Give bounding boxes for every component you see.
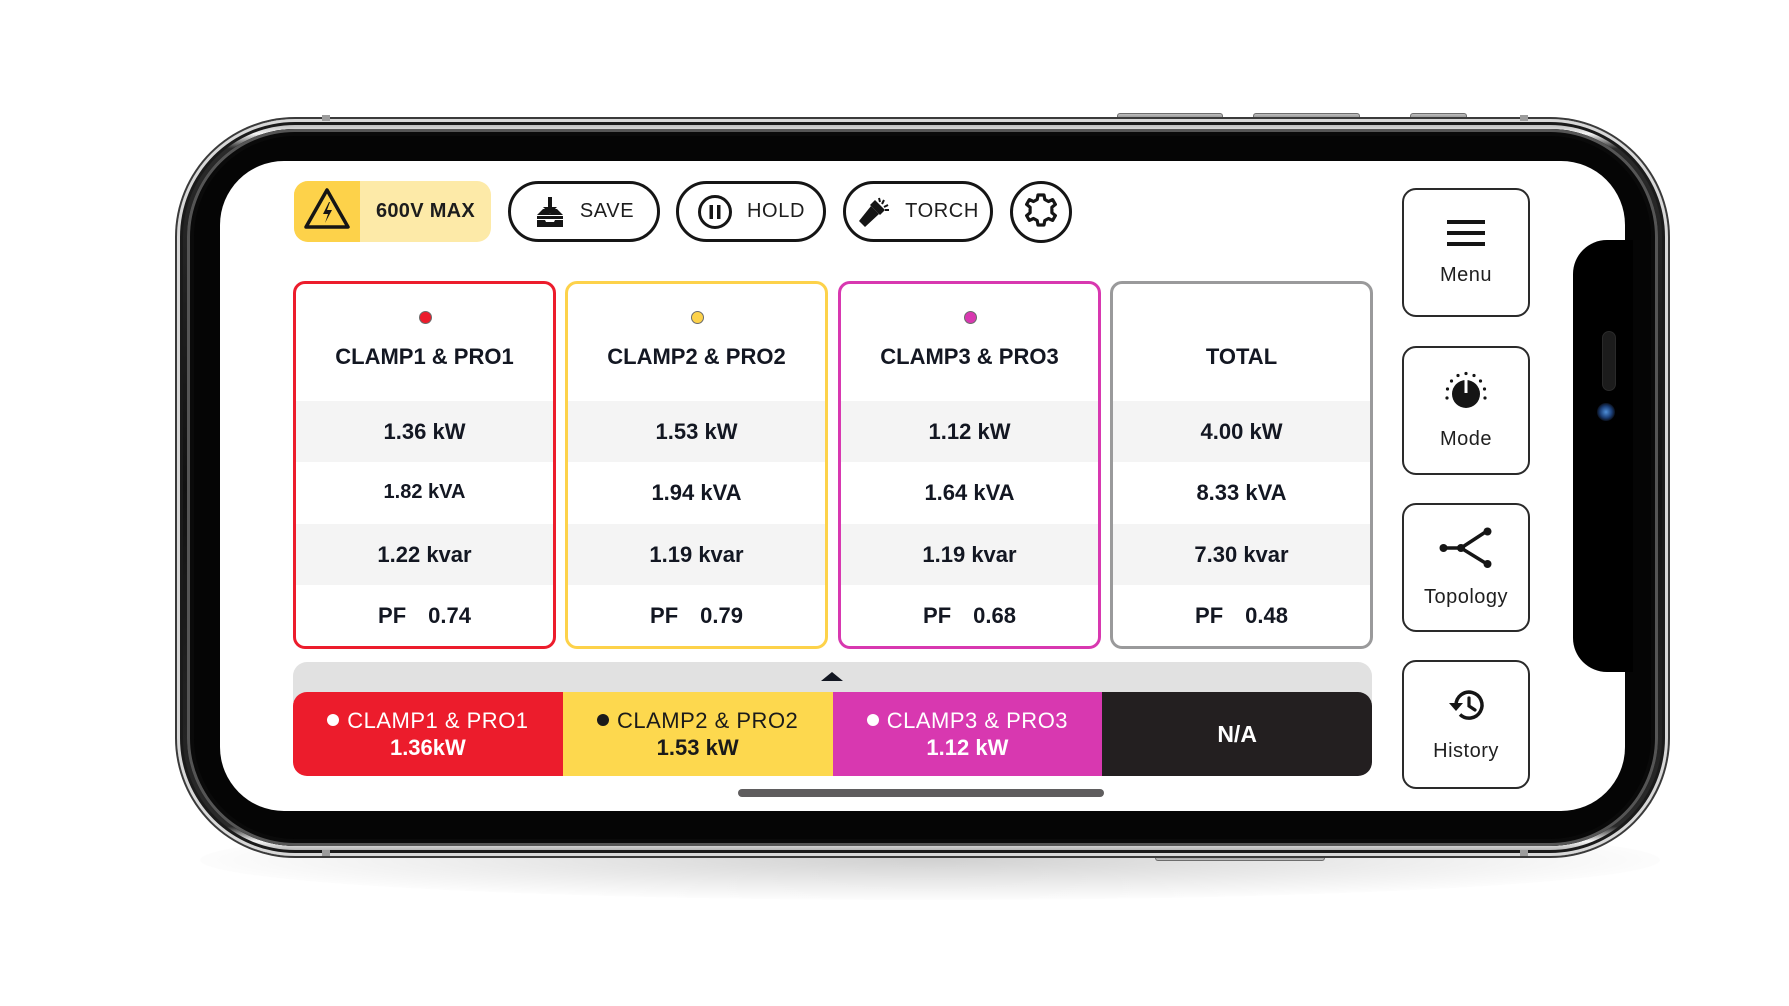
mode-label: Mode [1439, 427, 1493, 450]
home-indicator[interactable] [738, 789, 1104, 797]
card-clamp2[interactable]: CLAMP2 & PRO2 1.53 kW 1.94 kVA 1.19 kvar… [565, 281, 828, 649]
kva-value: 1.94 kVA [651, 479, 742, 505]
kw-value: 1.12 kW [841, 401, 1098, 462]
pf-row: PF 0.48 [1113, 585, 1370, 646]
strip-segment-clamp3[interactable]: CLAMP3 & PRO3 1.12 kW [832, 692, 1103, 776]
segment-value: 1.53 kW [656, 735, 739, 760]
kva-value: 8.33 kVA [1196, 479, 1287, 505]
pf-value: 0.74 [428, 602, 471, 628]
hold-button[interactable]: HOLD [676, 181, 826, 242]
card-title: CLAMP2 & PRO2 [607, 344, 786, 369]
power-summary-strip: CLAMP1 & PRO1 1.36kW CLAMP2 & PRO2 1.53 … [293, 692, 1372, 776]
flashlight-icon [857, 196, 891, 228]
phone-notch [1573, 240, 1633, 672]
status-dot [963, 311, 977, 324]
pf-value: 0.68 [973, 602, 1016, 628]
front-camera [1597, 403, 1615, 421]
segment-name: CLAMP3 & PRO3 [886, 707, 1069, 733]
card-title: CLAMP3 & PRO3 [880, 344, 1059, 369]
antenna-band [1520, 850, 1528, 856]
pf-value: 0.79 [700, 602, 743, 628]
voltage-rating-badge: 600V MAX [294, 181, 491, 242]
kva-value: 1.82 kVA [383, 481, 466, 503]
topology-icon [1439, 527, 1493, 574]
status-dot [596, 714, 609, 727]
strip-segment-clamp2[interactable]: CLAMP2 & PRO2 1.53 kW [562, 692, 833, 776]
pf-label: PF [923, 602, 952, 628]
pf-row: PF 0.74 [296, 585, 553, 646]
antenna-band [1520, 115, 1528, 121]
voltage-label: 600V MAX [375, 200, 476, 222]
status-dot [327, 714, 340, 727]
antenna-band [322, 850, 330, 856]
card-title: CLAMP1 & PRO1 [335, 344, 514, 369]
card-clamp1[interactable]: CLAMP1 & PRO1 1.36 kW 1.82 kVA 1.22 kvar… [293, 281, 556, 649]
settings-button[interactable] [1010, 181, 1072, 243]
card-total[interactable]: TOTAL 4.00 kW 8.33 kVA 7.30 kvar PF 0.48 [1110, 281, 1373, 649]
strip-segment-na[interactable]: N/A [1102, 692, 1372, 776]
high-voltage-warning-icon [303, 187, 351, 236]
kvar-value: 1.19 kvar [568, 524, 825, 585]
kvar-value: 1.22 kvar [296, 524, 553, 585]
pf-label: PF [378, 602, 407, 628]
history-button[interactable]: History [1402, 660, 1530, 789]
save-button[interactable]: SAVE [508, 181, 660, 242]
menu-label: Menu [1439, 263, 1493, 286]
pf-row: PF 0.79 [568, 585, 825, 646]
status-dot [866, 714, 879, 727]
segment-name: CLAMP1 & PRO1 [347, 707, 529, 733]
antenna-band [322, 115, 330, 121]
status-dot [418, 311, 432, 324]
kvar-value: 7.30 kvar [1113, 524, 1370, 585]
topology-label: Topology [1423, 585, 1509, 608]
kw-value: 1.36 kW [296, 401, 553, 462]
torch-label: TORCH [905, 200, 979, 222]
save-tray-icon [534, 196, 566, 228]
gear-icon [1023, 192, 1059, 233]
card-title: TOTAL [1205, 344, 1278, 369]
mode-button[interactable]: Mode [1402, 346, 1530, 475]
hold-label: HOLD [747, 200, 805, 222]
status-dot [690, 311, 704, 324]
torch-button[interactable]: TORCH [843, 181, 993, 242]
strip-segment-clamp1[interactable]: CLAMP1 & PRO1 1.36kW [293, 692, 563, 776]
kw-value: 1.53 kW [568, 401, 825, 462]
earpiece-speaker [1602, 331, 1616, 391]
card-clamp3[interactable]: CLAMP3 & PRO3 1.12 kW 1.64 kVA 1.19 kvar… [838, 281, 1101, 649]
pf-label: PF [1195, 602, 1224, 628]
pf-value: 0.48 [1245, 602, 1288, 628]
history-icon [1446, 687, 1486, 728]
pause-circle-icon [697, 194, 733, 230]
hamburger-menu-icon [1447, 219, 1485, 252]
segment-name: CLAMP2 & PRO2 [616, 707, 799, 733]
segment-value: 1.36kW [389, 735, 466, 760]
save-label: SAVE [579, 200, 635, 222]
caret-up-icon[interactable] [821, 672, 843, 681]
segment-value: N/A [1217, 720, 1257, 747]
pf-row: PF 0.68 [841, 585, 1098, 646]
mode-dial-icon [1443, 371, 1489, 416]
pf-label: PF [650, 602, 679, 628]
segment-value: 1.12 kW [926, 735, 1009, 760]
history-label: History [1433, 739, 1499, 762]
kw-value: 4.00 kW [1113, 401, 1370, 462]
kva-value: 1.64 kVA [924, 479, 1015, 505]
menu-button[interactable]: Menu [1402, 188, 1530, 317]
topology-button[interactable]: Topology [1402, 503, 1530, 632]
kvar-value: 1.19 kvar [841, 524, 1098, 585]
